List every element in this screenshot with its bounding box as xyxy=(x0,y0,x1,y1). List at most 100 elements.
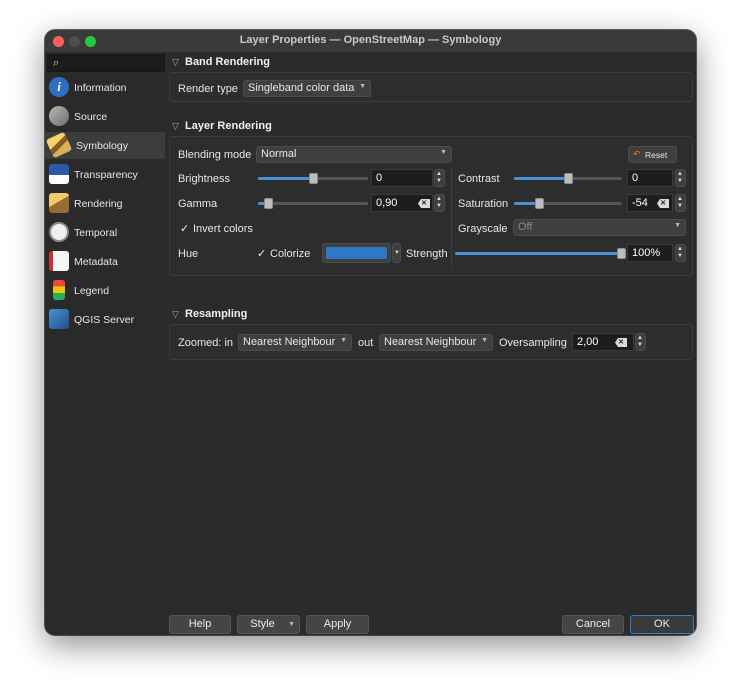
resampling-header[interactable]: ▽ Resampling xyxy=(165,306,696,324)
sidebar-item-label: Metadata xyxy=(74,256,118,268)
collapse-arrow-icon: ▽ xyxy=(172,309,179,319)
step-down-icon[interactable]: ▼ xyxy=(677,253,683,259)
section-title: Band Rendering xyxy=(185,56,270,68)
chevron-down-icon: ▼ xyxy=(674,222,681,229)
oversampling-spinbox[interactable]: 2,00 ✕ xyxy=(572,333,634,351)
help-button[interactable]: Help xyxy=(169,615,231,634)
apply-button[interactable]: Apply xyxy=(306,615,369,634)
sidebar-item-information[interactable]: i Information xyxy=(45,74,165,101)
slider-handle[interactable] xyxy=(534,198,544,209)
chevron-down-icon: ▼ xyxy=(440,149,447,156)
chevron-down-icon: ▼ xyxy=(288,621,295,628)
chevron-down-icon: ▼ xyxy=(481,337,488,344)
step-down-icon[interactable]: ▼ xyxy=(677,178,683,184)
step-down-icon[interactable]: ▼ xyxy=(436,203,442,209)
render-type-label: Render type xyxy=(178,83,238,95)
gamma-spinbox[interactable]: 0,90 ✕ xyxy=(371,194,433,212)
sidebar-item-label: QGIS Server xyxy=(74,314,135,326)
saturation-slider[interactable] xyxy=(514,198,622,209)
slider-handle[interactable] xyxy=(309,173,318,184)
strength-stepper[interactable]: ▲ ▼ xyxy=(675,244,686,262)
slider-handle[interactable] xyxy=(564,173,573,184)
zoomed-out-dropdown[interactable]: Nearest Neighbour ▼ xyxy=(379,334,493,351)
cancel-button[interactable]: Cancel xyxy=(562,615,624,634)
step-up-icon[interactable]: ▲ xyxy=(677,171,683,177)
sidebar-item-legend[interactable]: Legend xyxy=(45,277,165,304)
slider-handle[interactable] xyxy=(617,248,626,259)
band-rendering-group: Render type Singleband color data ▼ xyxy=(169,72,693,102)
saturation-label: Saturation xyxy=(458,198,509,210)
temporal-icon xyxy=(49,222,69,242)
oversampling-stepper[interactable]: ▲ ▼ xyxy=(635,333,646,351)
step-up-icon[interactable]: ▲ xyxy=(677,196,683,202)
contrast-slider[interactable] xyxy=(514,173,622,184)
search-input[interactable]: ⌕ xyxy=(47,54,165,72)
band-rendering-header[interactable]: ▽ Band Rendering xyxy=(165,54,696,72)
section-title: Resampling xyxy=(185,308,248,320)
step-up-icon[interactable]: ▲ xyxy=(637,335,643,341)
blending-mode-dropdown[interactable]: Normal ▼ xyxy=(256,146,452,163)
sidebar-item-temporal[interactable]: Temporal xyxy=(45,219,165,246)
sidebar-item-metadata[interactable]: Metadata xyxy=(45,248,165,275)
sidebar-item-qgis-server[interactable]: QGIS Server xyxy=(45,306,165,333)
sidebar-item-symbology[interactable]: Symbology xyxy=(45,131,165,159)
saturation-stepper[interactable]: ▲ ▼ xyxy=(675,194,686,212)
step-up-icon[interactable]: ▲ xyxy=(436,196,442,202)
zoomed-out-label: out xyxy=(358,337,374,349)
colorize-label: Colorize xyxy=(270,248,311,260)
render-type-value: Singleband color data xyxy=(248,82,355,94)
chevron-down-icon: ▼ xyxy=(359,83,366,90)
sidebar-item-label: Source xyxy=(74,111,108,123)
slider-fill xyxy=(455,252,621,255)
contrast-stepper[interactable]: ▲ ▼ xyxy=(675,169,686,187)
brightness-stepper[interactable]: ▲ ▼ xyxy=(434,169,445,187)
render-type-dropdown[interactable]: Singleband color data ▼ xyxy=(243,80,371,97)
qgis-server-icon xyxy=(49,309,69,329)
color-menu-button[interactable]: ▼ xyxy=(392,243,401,263)
brightness-value: 0 xyxy=(376,172,383,184)
sidebar-item-label: Information xyxy=(74,82,127,94)
slider-handle[interactable] xyxy=(263,198,273,209)
colorize-checkbox[interactable]: ✓ xyxy=(257,247,266,260)
zoomed-in-dropdown[interactable]: Nearest Neighbour ▼ xyxy=(238,334,352,351)
color-swatch xyxy=(326,247,387,259)
oversampling-label: Oversampling xyxy=(499,337,567,349)
step-down-icon[interactable]: ▼ xyxy=(677,203,683,209)
clear-icon[interactable]: ✕ xyxy=(657,199,669,208)
brightness-spinbox[interactable]: 0 xyxy=(371,169,433,187)
reset-button[interactable]: ↶ Reset xyxy=(628,146,677,163)
sidebar-item-label: Rendering xyxy=(74,198,123,210)
zoomed-in-label: Zoomed: in xyxy=(178,337,234,349)
saturation-spinbox[interactable]: -54 ✕ xyxy=(627,194,673,212)
ok-button[interactable]: OK xyxy=(630,615,694,634)
gamma-stepper[interactable]: ▲ ▼ xyxy=(434,194,445,212)
slider-fill xyxy=(258,177,313,180)
strength-slider[interactable] xyxy=(455,248,626,259)
colorize-color-button[interactable] xyxy=(322,243,391,263)
contrast-spinbox[interactable]: 0 xyxy=(627,169,673,187)
collapse-arrow-icon: ▽ xyxy=(172,57,179,67)
sidebar-item-rendering[interactable]: Rendering xyxy=(45,190,165,217)
layer-rendering-group: Blending mode Normal ▼ ↶ Reset Brightnes… xyxy=(169,136,693,276)
invert-colors-checkbox[interactable]: ✓ xyxy=(180,222,189,235)
gamma-slider[interactable] xyxy=(258,198,368,209)
strength-spinbox[interactable]: 100% xyxy=(627,244,673,262)
step-up-icon[interactable]: ▲ xyxy=(436,171,442,177)
clear-icon[interactable]: ✕ xyxy=(615,338,627,347)
step-down-icon[interactable]: ▼ xyxy=(637,342,643,348)
contrast-label: Contrast xyxy=(458,173,500,185)
sidebar: ⌕ i Information Source Symbology Transpa… xyxy=(45,52,165,635)
brightness-slider[interactable] xyxy=(258,173,368,184)
step-down-icon[interactable]: ▼ xyxy=(436,178,442,184)
clear-icon[interactable]: ✕ xyxy=(418,199,430,208)
layer-rendering-header[interactable]: ▽ Layer Rendering xyxy=(165,118,696,136)
sidebar-item-source[interactable]: Source xyxy=(45,103,165,130)
contrast-value: 0 xyxy=(632,172,639,184)
sidebar-item-transparency[interactable]: Transparency xyxy=(45,161,165,188)
grayscale-dropdown[interactable]: Off ▼ xyxy=(513,219,686,236)
metadata-icon xyxy=(49,251,69,271)
style-menu-button[interactable]: Style ▼ xyxy=(237,615,300,634)
step-up-icon[interactable]: ▲ xyxy=(677,246,683,252)
strength-label: Strength xyxy=(406,248,448,260)
chevron-down-icon: ▼ xyxy=(340,337,347,344)
